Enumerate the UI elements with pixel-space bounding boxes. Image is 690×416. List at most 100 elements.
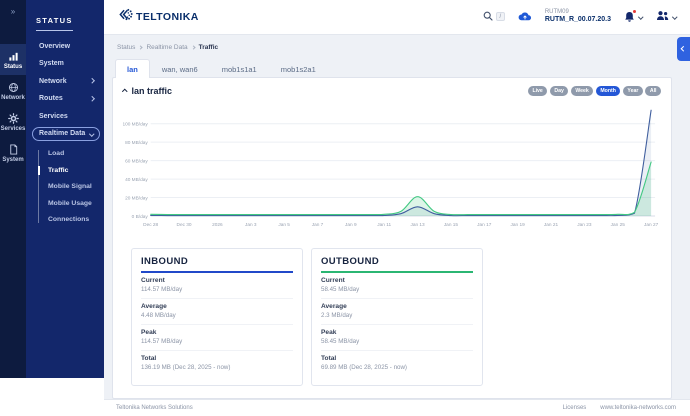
sidebar-subitem-mobile-usage[interactable]: Mobile Usage bbox=[48, 200, 96, 207]
stat-label: Peak bbox=[321, 329, 337, 337]
gear-icon bbox=[7, 112, 19, 124]
sidebar-item-services[interactable]: Services bbox=[32, 109, 100, 123]
sidebar-subitem-traffic[interactable]: Traffic bbox=[38, 165, 96, 175]
svg-text:Jan 13: Jan 13 bbox=[410, 222, 425, 228]
tab-wan-wan6[interactable]: wan, wan6 bbox=[150, 59, 210, 78]
breadcrumb-item-realtime-data[interactable]: Realtime Data bbox=[146, 44, 187, 51]
breadcrumb: Status Realtime Data Traffic bbox=[117, 44, 690, 51]
sidebar-item-overview[interactable]: Overview bbox=[32, 39, 100, 53]
topbar-actions: / RUTM09 RUTM_R_00.07.20.3 bbox=[483, 8, 677, 26]
globe-icon bbox=[7, 81, 19, 93]
range-button-all[interactable]: All bbox=[645, 85, 661, 96]
teltonika-logo[interactable]: TELTONIKA bbox=[118, 7, 199, 27]
left-rail-bar: » Status Network Services System bbox=[0, 0, 26, 378]
search-shortcut-badge: / bbox=[495, 12, 505, 22]
sidebar-item-network[interactable]: Network bbox=[32, 74, 100, 88]
breadcrumb-item-status[interactable]: Status bbox=[117, 44, 135, 51]
notifications-button[interactable] bbox=[624, 9, 644, 23]
inbound-card-title: INBOUND bbox=[141, 255, 189, 267]
chevron-right-icon bbox=[88, 96, 94, 101]
search-button[interactable]: / bbox=[483, 8, 505, 26]
interface-tabs: lan wan, wan6 mob1s1a1 mob1s2a1 bbox=[115, 58, 690, 78]
footer-link-www-teltonika-networks-com[interactable]: www.teltonika-networks.com bbox=[600, 405, 676, 411]
range-button-month[interactable]: Month bbox=[595, 85, 621, 96]
rail-item-status[interactable]: Status bbox=[0, 44, 26, 75]
sidebar-item-system[interactable]: System bbox=[32, 57, 100, 71]
rail-item-system[interactable]: System bbox=[0, 137, 26, 168]
svg-text:60 MB/day: 60 MB/day bbox=[125, 158, 148, 164]
sidebar-item-label: Routes bbox=[39, 95, 63, 102]
svg-text:Jan 19: Jan 19 bbox=[511, 222, 526, 228]
rail-items: Status Network Services System bbox=[0, 44, 26, 168]
sidebar-subitem-connections[interactable]: Connections bbox=[48, 216, 96, 223]
range-button-year[interactable]: Year bbox=[622, 85, 643, 96]
sidebar: STATUS Overview System Network Routes Servic… bbox=[26, 0, 104, 416]
stat-row-average: Average 2.3 MB/day bbox=[321, 303, 473, 325]
main-content: Status Realtime Data Traffic lan wan, wan6 m… bbox=[104, 34, 690, 399]
top-header: TELTONIKA / RUTM09 RUTM_R_00.07.20.3 bbox=[104, 0, 690, 35]
footer-company: Teltonika Networks Solutions bbox=[116, 404, 193, 411]
app-root: » Status Network Services System STATUS Ove… bbox=[0, 0, 690, 416]
sidebar-item-routes[interactable]: Routes bbox=[32, 92, 100, 106]
outbound-card: OUTBOUND Current 58.45 MB/day Average 2.3 MB… bbox=[311, 247, 483, 386]
rail-item-label: Network bbox=[1, 95, 25, 101]
breadcrumb-item-traffic: Traffic bbox=[198, 43, 219, 51]
stat-label: Current bbox=[321, 277, 345, 285]
rms-cloud-button[interactable] bbox=[518, 8, 532, 26]
chevron-down-icon bbox=[671, 14, 677, 20]
stats-cards: INBOUND Current 114.57 MB/day Average 4.48 M… bbox=[131, 247, 661, 386]
rail-item-label: System bbox=[2, 157, 24, 163]
outbound-card-title: OUTBOUND bbox=[321, 255, 380, 267]
stat-value: 136.19 MB (Dec 28, 2025 - now) bbox=[141, 364, 231, 372]
sidebar-subitem-mobile-signal[interactable]: Mobile Signal bbox=[48, 183, 96, 190]
chevron-right-icon bbox=[138, 45, 144, 50]
tab-mob1s1a1[interactable]: mob1s1a1 bbox=[210, 59, 269, 78]
stat-value: 114.57 MB/day bbox=[141, 286, 183, 294]
section-collapse-toggle[interactable]: lan traffic bbox=[122, 86, 172, 96]
sidebar-item-label: Overview bbox=[39, 42, 71, 50]
sidebar-item-realtime-data[interactable]: Realtime Data bbox=[32, 126, 100, 141]
device-info: RUTM09 RUTM_R_00.07.20.3 bbox=[545, 9, 611, 25]
range-button-live[interactable]: Live bbox=[527, 85, 548, 96]
rail-item-services[interactable]: Services bbox=[0, 106, 26, 137]
device-model: RUTM09 bbox=[544, 8, 569, 15]
stat-value: 114.57 MB/day bbox=[141, 338, 183, 346]
svg-text:100 MB/day: 100 MB/day bbox=[123, 121, 148, 127]
svg-text:Jan 21: Jan 21 bbox=[544, 222, 559, 228]
range-button-week[interactable]: Week bbox=[570, 85, 594, 96]
rail-item-network[interactable]: Network bbox=[0, 75, 26, 106]
svg-text:Jan 5: Jan 5 bbox=[278, 222, 290, 228]
search-icon bbox=[483, 8, 493, 26]
sidebar-item-label: Realtime Data bbox=[39, 130, 86, 137]
bar-chart-icon bbox=[7, 50, 19, 62]
sidebar-item-label: Services bbox=[39, 112, 68, 120]
collapsed-panel-toggle[interactable] bbox=[677, 36, 690, 61]
tab-lan[interactable]: lan bbox=[115, 58, 150, 78]
stat-label: Average bbox=[321, 303, 347, 311]
document-icon bbox=[7, 143, 19, 155]
sidebar-subitem-load[interactable]: Load bbox=[48, 150, 96, 157]
stat-label: Total bbox=[141, 355, 157, 363]
sidebar-item-label: System bbox=[39, 60, 64, 67]
svg-text:Jan 11: Jan 11 bbox=[377, 222, 391, 228]
chevron-down-icon bbox=[88, 131, 94, 136]
traffic-panel: lan traffic Live Day Week Month Year All 0 B/… bbox=[112, 76, 672, 399]
stat-row-total: Total 69.89 MB (Dec 28, 2025 - now) bbox=[321, 355, 473, 371]
svg-text:40 MB/day: 40 MB/day bbox=[125, 177, 148, 183]
sidebar-menu: Overview System Network Routes Services Realt… bbox=[32, 39, 100, 141]
chevron-down-icon bbox=[638, 14, 644, 20]
footer-link-licenses[interactable]: Licenses bbox=[563, 405, 587, 411]
svg-text:Jan 17: Jan 17 bbox=[477, 222, 492, 228]
stat-row-peak: Peak 58.45 MB/day bbox=[321, 329, 473, 351]
logo-text: TELTONIKA bbox=[136, 10, 199, 23]
users-icon bbox=[656, 8, 669, 26]
sidebar-expand-toggle[interactable]: » bbox=[0, 0, 26, 20]
range-button-day[interactable]: Day bbox=[549, 85, 569, 96]
svg-text:Jan 25: Jan 25 bbox=[611, 222, 626, 228]
user-menu-button[interactable] bbox=[656, 8, 677, 26]
chevron-right-icon bbox=[88, 78, 94, 84]
sidebar-submenu: Load Traffic Mobile Signal Mobile Usage Conn… bbox=[38, 150, 96, 223]
tab-mob1s2a1[interactable]: mob1s2a1 bbox=[269, 59, 328, 78]
chevron-left-icon bbox=[681, 46, 686, 52]
stat-row-current: Current 58.45 MB/day bbox=[321, 277, 473, 299]
